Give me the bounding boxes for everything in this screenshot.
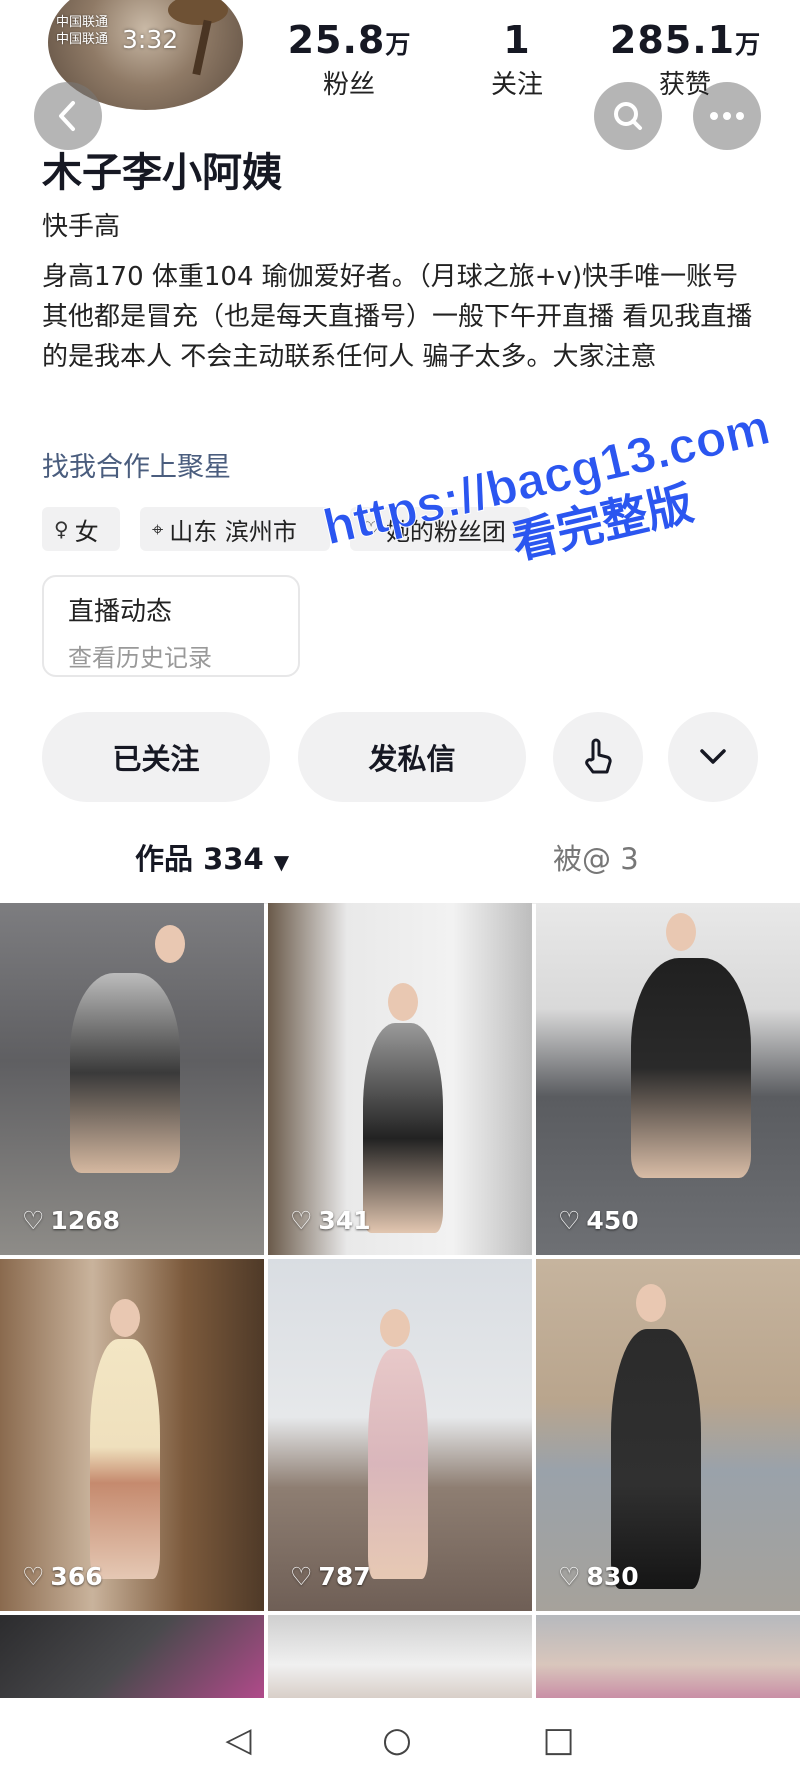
video-head [666, 913, 696, 951]
video-thumbnail[interactable]: ♡ 366 [0, 1259, 264, 1611]
more-dots-icon [710, 112, 744, 120]
bio-line-1: 快手高 [42, 212, 121, 242]
video-thumbnail[interactable] [536, 1615, 800, 1698]
video-head [636, 1284, 666, 1322]
video-thumbnail[interactable]: ♡ 787 [268, 1259, 532, 1611]
video-thumbnail[interactable]: ♡ 830 [536, 1259, 800, 1611]
likes-counter: ♡ 341 [290, 1206, 371, 1235]
video-figure [363, 1023, 443, 1233]
likes-count: 1268 [50, 1206, 121, 1235]
video-figure [90, 1339, 160, 1579]
following-label: 关注 [490, 70, 543, 100]
fans-unit: 万 [385, 30, 411, 59]
poke-button[interactable] [553, 712, 643, 802]
likes-counter: ♡ 1268 [22, 1206, 120, 1235]
video-head [155, 925, 185, 963]
likes-count: 285.1 [609, 18, 736, 62]
likes-count: 366 [50, 1562, 103, 1591]
tab-works[interactable]: 作品 334 ▼ [135, 836, 289, 878]
live-card-title: 直播动态 [68, 597, 173, 627]
avatar-stool [168, 0, 228, 25]
heart-icon: ♡ [558, 1562, 581, 1591]
video-head [380, 1309, 410, 1347]
video-thumbnail[interactable]: ♡ 1268 [0, 903, 264, 1255]
location-pin-icon: ⌖ [152, 517, 164, 541]
video-head [110, 1299, 140, 1337]
search-icon [614, 102, 642, 130]
expand-button[interactable] [668, 712, 758, 802]
carrier-line-2: 中国联通 [56, 32, 109, 47]
finger-tap-icon [585, 738, 612, 774]
likes-label: 获赞 [658, 70, 711, 100]
live-history-card[interactable]: 直播动态 查看历史记录 [42, 575, 300, 677]
female-icon: ♀ [54, 517, 69, 541]
tab-mentions[interactable]: 被@ 3 [553, 836, 639, 878]
video-figure [368, 1349, 428, 1579]
carrier-line-1: 中国联通 [56, 15, 109, 30]
bio-body: 身高170 体重104 瑜伽爱好者。（月球之旅+v)快手唯一账号 其他都是冒充（… [42, 262, 753, 372]
video-grid: ♡ 1268 ♡ 341 ♡ 450 ♡ 366 ♡ 787 ♡ 830 [0, 903, 800, 1698]
likes-count: 830 [586, 1562, 639, 1591]
watermark: https://bacg13.com 看完整版 [318, 392, 800, 666]
live-card-subtitle: 查看历史记录 [68, 644, 212, 672]
stat-likes[interactable]: 285.1万 获赞 [600, 18, 770, 101]
message-button[interactable]: 发私信 [298, 712, 526, 802]
video-thumbnail[interactable] [0, 1615, 264, 1698]
system-nav-bar: ◁ ○ □ [0, 1698, 800, 1781]
chevron-left-icon [59, 101, 75, 131]
video-figure [611, 1329, 701, 1589]
followed-button[interactable]: 已关注 [42, 712, 270, 802]
status-time: 3:32 [122, 25, 179, 54]
avatar-leg [192, 19, 212, 76]
tab-works-label: 作品 334 [135, 842, 264, 876]
likes-counter: ♡ 830 [558, 1562, 639, 1591]
video-thumbnail[interactable]: ♡ 450 [536, 903, 800, 1255]
likes-unit: 万 [735, 30, 761, 59]
video-head [388, 983, 418, 1021]
tag-location-label: 山东 滨州市 [169, 517, 297, 546]
video-figure [70, 973, 180, 1173]
heart-icon: ♡ [290, 1206, 313, 1235]
tag-gender-label: 女 [74, 517, 99, 546]
nav-back-icon[interactable]: ◁ [225, 1720, 251, 1760]
fans-count: 25.8 [287, 18, 386, 62]
caret-down-icon: ▼ [273, 850, 290, 874]
profile-name: 木子李小阿姨 [42, 150, 282, 196]
following-count: 1 [503, 18, 531, 62]
heart-icon: ♡ [290, 1562, 313, 1591]
likes-count: 450 [586, 1206, 639, 1235]
video-thumbnail[interactable]: ♡ 341 [268, 903, 532, 1255]
stat-following[interactable]: 1 关注 [467, 18, 567, 101]
tag-location[interactable]: ⌖ 山东 滨州市 [140, 507, 330, 551]
fans-label: 粉丝 [322, 70, 375, 100]
nav-recents-icon[interactable]: □ [543, 1720, 575, 1760]
stat-fans[interactable]: 25.8万 粉丝 [284, 18, 414, 101]
heart-icon: ♡ [558, 1206, 581, 1235]
likes-counter: ♡ 787 [290, 1562, 371, 1591]
cooperation-link[interactable]: 找我合作上聚星 [42, 445, 231, 484]
nav-home-icon[interactable]: ○ [382, 1720, 412, 1760]
carrier-label: 中国联通 中国联通 [56, 14, 108, 48]
heart-icon: ♡ [22, 1562, 45, 1591]
chevron-down-icon [700, 749, 726, 764]
video-figure [631, 958, 751, 1178]
heart-icon: ♡ [22, 1206, 45, 1235]
profile-header: 中国联通 中国联通 3:32 25.8万 粉丝 1 关注 285.1万 获赞 [0, 0, 800, 150]
video-thumbnail[interactable] [268, 1615, 532, 1698]
likes-counter: ♡ 366 [22, 1562, 103, 1591]
likes-count: 341 [318, 1206, 371, 1235]
tag-gender: ♀ 女 [42, 507, 120, 551]
likes-count: 787 [318, 1562, 371, 1591]
likes-counter: ♡ 450 [558, 1206, 639, 1235]
